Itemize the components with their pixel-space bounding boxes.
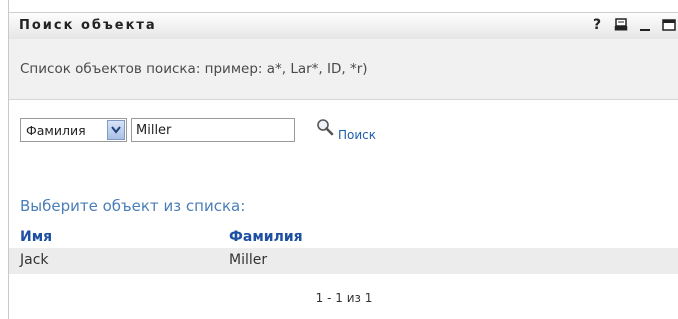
pager: 1 - 1 из 1: [315, 291, 373, 305]
print-icon[interactable]: [611, 16, 631, 34]
help-icon[interactable]: ?: [587, 16, 607, 34]
cell-first-name: Jack: [20, 252, 49, 268]
search-field-select[interactable]: Фамилия: [20, 118, 127, 142]
window-controls: ?: [583, 16, 678, 34]
search-button[interactable]: Поиск: [316, 118, 376, 142]
chevron-down-icon[interactable]: [107, 120, 125, 140]
column-header-first-name[interactable]: Имя: [20, 229, 52, 245]
search-button-label: Поиск: [338, 128, 377, 142]
search-field-select-value: Фамилия: [26, 123, 86, 138]
maximize-icon[interactable]: [659, 16, 678, 34]
object-search-panel: Поиск объекта ? Список объектов поиска: …: [8, 0, 678, 319]
minimize-icon[interactable]: [635, 16, 655, 34]
column-header-last-name[interactable]: Фамилия: [229, 229, 303, 245]
title-bar: Поиск объекта ?: [9, 12, 678, 40]
table-header: Имя Фамилия: [9, 226, 678, 248]
results-prompt: Выберите объект из списка:: [20, 197, 246, 215]
search-input[interactable]: [131, 118, 295, 142]
cell-last-name: Miller: [229, 252, 268, 268]
search-hint: Список объектов поиска: пример: a*, Lar*…: [20, 61, 368, 77]
hint-area: Список объектов поиска: пример: a*, Lar*…: [9, 39, 678, 100]
magnifier-icon: [316, 118, 336, 142]
panel-title: Поиск объекта: [19, 18, 157, 33]
table-row[interactable]: Jack Miller: [9, 248, 678, 274]
results-table: Имя Фамилия Jack Miller: [9, 226, 678, 274]
